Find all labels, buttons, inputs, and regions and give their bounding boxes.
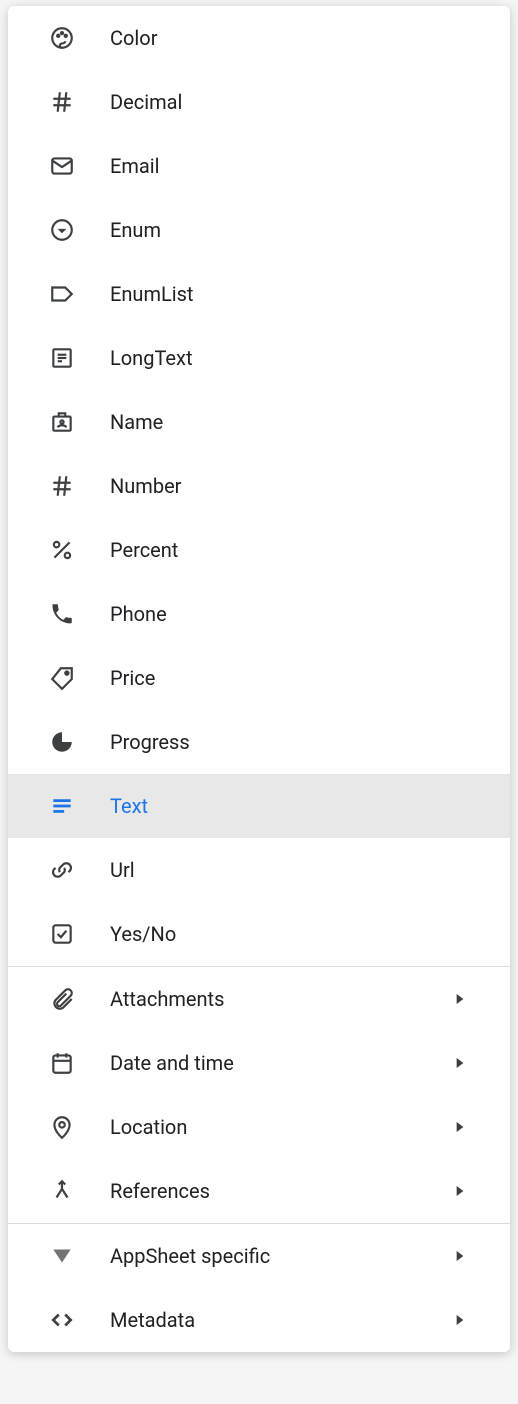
- chevron-right-icon: [450, 1117, 470, 1137]
- menu-item-label: Date and time: [110, 1051, 450, 1075]
- menu-item-label: Text: [110, 794, 470, 818]
- menu-item-label: Phone: [110, 602, 470, 626]
- menu-item-label: AppSheet specific: [110, 1244, 450, 1268]
- menu-item-label: Yes/No: [110, 922, 470, 946]
- menu-item-percent[interactable]: Percent: [8, 518, 510, 582]
- menu-group-attachments[interactable]: Attachments: [8, 967, 510, 1031]
- chevron-right-icon: [450, 989, 470, 1009]
- menu-item-label: Percent: [110, 538, 470, 562]
- checkbox-icon: [48, 920, 76, 948]
- menu-item-label: Decimal: [110, 90, 470, 114]
- menu-group-appsheet[interactable]: AppSheet specific: [8, 1224, 510, 1288]
- menu-item-enumlist[interactable]: EnumList: [8, 262, 510, 326]
- menu-item-label: EnumList: [110, 282, 470, 306]
- menu-item-text[interactable]: Text: [8, 774, 510, 838]
- menu-item-decimal[interactable]: Decimal: [8, 70, 510, 134]
- hash-icon: [48, 472, 76, 500]
- tag-outline-icon: [48, 280, 76, 308]
- menu-item-url[interactable]: Url: [8, 838, 510, 902]
- menu-item-label: Metadata: [110, 1308, 450, 1332]
- menu-group-location[interactable]: Location: [8, 1095, 510, 1159]
- price-tag-icon: [48, 664, 76, 692]
- menu-item-name[interactable]: Name: [8, 390, 510, 454]
- location-pin-icon: [48, 1113, 76, 1141]
- menu-item-yesno[interactable]: Yes/No: [8, 902, 510, 966]
- menu-item-label: Progress: [110, 730, 470, 754]
- merge-icon: [48, 1177, 76, 1205]
- menu-item-label: References: [110, 1179, 450, 1203]
- menu-item-color[interactable]: Color: [8, 6, 510, 70]
- chevron-right-icon: [450, 1053, 470, 1073]
- menu-item-phone[interactable]: Phone: [8, 582, 510, 646]
- menu-item-longtext[interactable]: LongText: [8, 326, 510, 390]
- menu-item-label: Location: [110, 1115, 450, 1139]
- menu-item-enum[interactable]: Enum: [8, 198, 510, 262]
- phone-icon: [48, 600, 76, 628]
- menu-group-datetime[interactable]: Date and time: [8, 1031, 510, 1095]
- chevron-right-icon: [450, 1310, 470, 1330]
- type-menu: Color Decimal Email Enum EnumList LongTe…: [8, 6, 510, 1352]
- menu-item-label: Email: [110, 154, 470, 178]
- menu-item-label: LongText: [110, 346, 470, 370]
- palette-icon: [48, 24, 76, 52]
- menu-item-price[interactable]: Price: [8, 646, 510, 710]
- menu-item-progress[interactable]: Progress: [8, 710, 510, 774]
- hash-icon: [48, 88, 76, 116]
- document-icon: [48, 344, 76, 372]
- link-icon: [48, 856, 76, 884]
- menu-item-number[interactable]: Number: [8, 454, 510, 518]
- calendar-icon: [48, 1049, 76, 1077]
- menu-item-label: Number: [110, 474, 470, 498]
- menu-item-label: Name: [110, 410, 470, 434]
- percent-icon: [48, 536, 76, 564]
- text-lines-icon: [48, 792, 76, 820]
- chevron-right-icon: [450, 1181, 470, 1201]
- pie-chart-icon: [48, 728, 76, 756]
- menu-group-metadata[interactable]: Metadata: [8, 1288, 510, 1352]
- chevron-right-icon: [450, 1246, 470, 1266]
- appsheet-logo-icon: [48, 1242, 76, 1270]
- menu-item-label: Attachments: [110, 987, 450, 1011]
- menu-item-label: Url: [110, 858, 470, 882]
- badge-icon: [48, 408, 76, 436]
- menu-item-label: Price: [110, 666, 470, 690]
- code-icon: [48, 1306, 76, 1334]
- menu-item-label: Color: [110, 26, 470, 50]
- menu-item-email[interactable]: Email: [8, 134, 510, 198]
- attachment-icon: [48, 985, 76, 1013]
- menu-group-references[interactable]: References: [8, 1159, 510, 1223]
- menu-item-label: Enum: [110, 218, 470, 242]
- email-icon: [48, 152, 76, 180]
- circle-chevron-icon: [48, 216, 76, 244]
